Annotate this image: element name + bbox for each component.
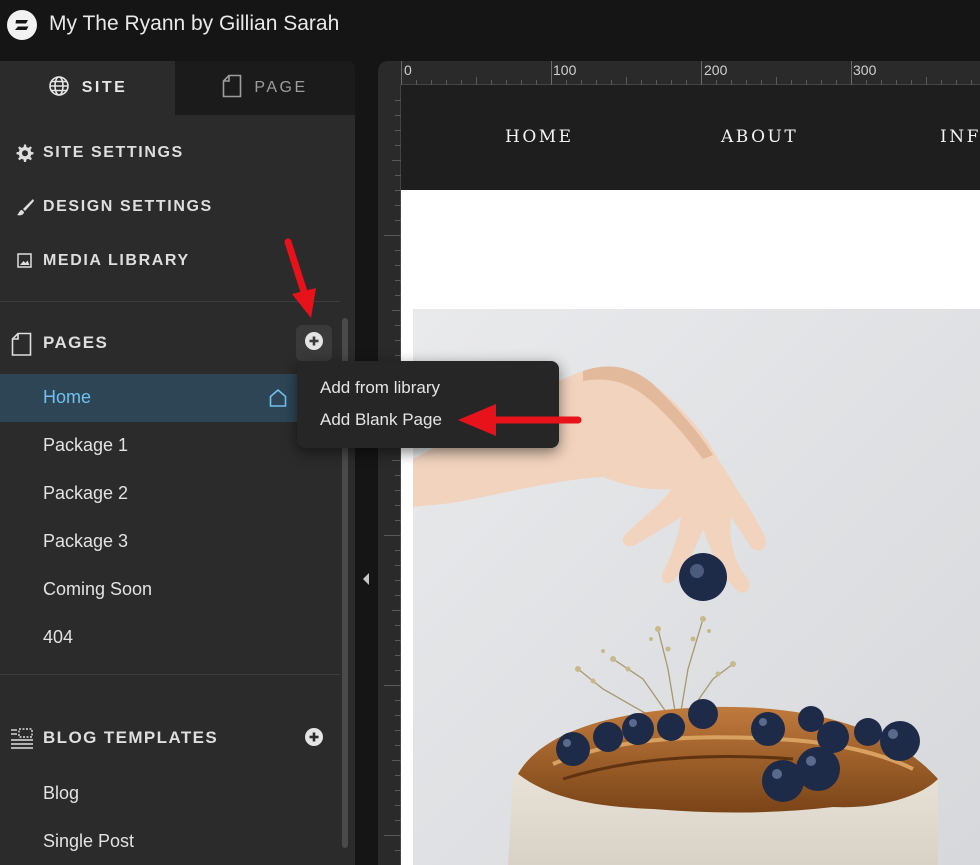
add-from-library-option[interactable]: Add from library	[320, 378, 440, 398]
add-page-button[interactable]	[296, 325, 332, 361]
blog-item-label: Blog	[43, 783, 80, 803]
page-item-package-2[interactable]: Package 2	[0, 470, 340, 518]
sidebar-tabs: SITE PAGE	[0, 61, 355, 115]
tab-site[interactable]: SITE	[0, 61, 175, 115]
blog-item-label: Single Post	[43, 831, 135, 851]
top-bar: My The Ryann by Gillian Sarah	[0, 0, 980, 52]
sidebar-divider	[0, 301, 340, 302]
media-library-label: MEDIA LIBRARY	[43, 252, 190, 269]
blog-item-single-post[interactable]: Single Post	[0, 818, 340, 865]
add-blank-page-option[interactable]: Add Blank Page	[320, 410, 442, 430]
page-canvas: 0 100 200 300 HOME ABOUT INF	[378, 61, 980, 865]
design-settings-item[interactable]: DESIGN SETTINGS	[0, 187, 340, 227]
add-page-menu: Add from library Add Blank Page	[297, 361, 559, 448]
editor-app: My The Ryann by Gillian Sarah SITE PAGE …	[0, 0, 980, 865]
globe-icon	[48, 75, 70, 102]
ruler-tick-label: 300	[853, 62, 877, 78]
brush-icon	[15, 197, 35, 217]
ruler-tick-label: 100	[553, 62, 577, 78]
plus-circle-icon	[304, 331, 324, 356]
media-library-item[interactable]: MEDIA LIBRARY	[0, 241, 340, 281]
page-icon	[10, 332, 34, 356]
page-item-home[interactable]: Home	[0, 374, 340, 422]
page-item-label: Coming Soon	[43, 579, 153, 599]
page-item-coming-soon[interactable]: Coming Soon	[0, 566, 340, 614]
page-item-label: Package 1	[43, 435, 129, 455]
nav-link-about[interactable]: ABOUT	[721, 127, 798, 147]
site-title: My The Ryann by Gillian Sarah	[49, 12, 340, 35]
image-icon	[15, 251, 35, 271]
page-icon	[222, 74, 242, 103]
sidebar-collapse-handle[interactable]	[355, 61, 378, 865]
blog-item-blog[interactable]: Blog	[0, 770, 340, 818]
nav-link-home[interactable]: HOME	[505, 127, 574, 147]
blog-template-icon	[10, 727, 34, 751]
vertical-ruler	[378, 85, 401, 865]
tab-page[interactable]: PAGE	[175, 61, 355, 115]
home-icon	[268, 388, 288, 408]
ruler-tick-label: 0	[404, 62, 412, 78]
page-item-package-3[interactable]: Package 3	[0, 518, 340, 566]
gear-icon	[15, 143, 35, 163]
app-logo-icon[interactable]	[7, 10, 37, 40]
tab-page-label: PAGE	[254, 79, 308, 96]
add-blog-template-button[interactable]	[296, 721, 332, 757]
site-navigation: HOME ABOUT INF	[401, 85, 980, 190]
pages-section-label: PAGES	[43, 333, 109, 352]
sidebar-divider	[0, 674, 340, 675]
page-item-label: Package 3	[43, 531, 129, 551]
sidebar: SITE PAGE SITE SETTINGS DESIGN SETTINGS …	[0, 61, 355, 865]
plus-circle-icon	[304, 727, 324, 752]
page-item-label: 404	[43, 627, 74, 647]
horizontal-ruler: 0 100 200 300	[401, 61, 980, 85]
design-settings-label: DESIGN SETTINGS	[43, 198, 213, 215]
tab-site-label: SITE	[81, 79, 128, 96]
page-item-package-1[interactable]: Package 1	[0, 422, 340, 470]
page-item-404[interactable]: 404	[0, 614, 340, 662]
page-item-label: Home	[43, 387, 92, 407]
pages-section-header: PAGES	[0, 323, 340, 363]
page-item-label: Package 2	[43, 483, 129, 503]
nav-link-info[interactable]: INF	[940, 127, 980, 147]
site-settings-label: SITE SETTINGS	[43, 144, 184, 161]
blog-templates-label: BLOG TEMPLATES	[43, 728, 219, 747]
blog-templates-section-header: BLOG TEMPLATES	[0, 718, 340, 758]
ruler-tick-label: 200	[704, 62, 728, 78]
site-settings-item[interactable]: SITE SETTINGS	[0, 133, 340, 173]
